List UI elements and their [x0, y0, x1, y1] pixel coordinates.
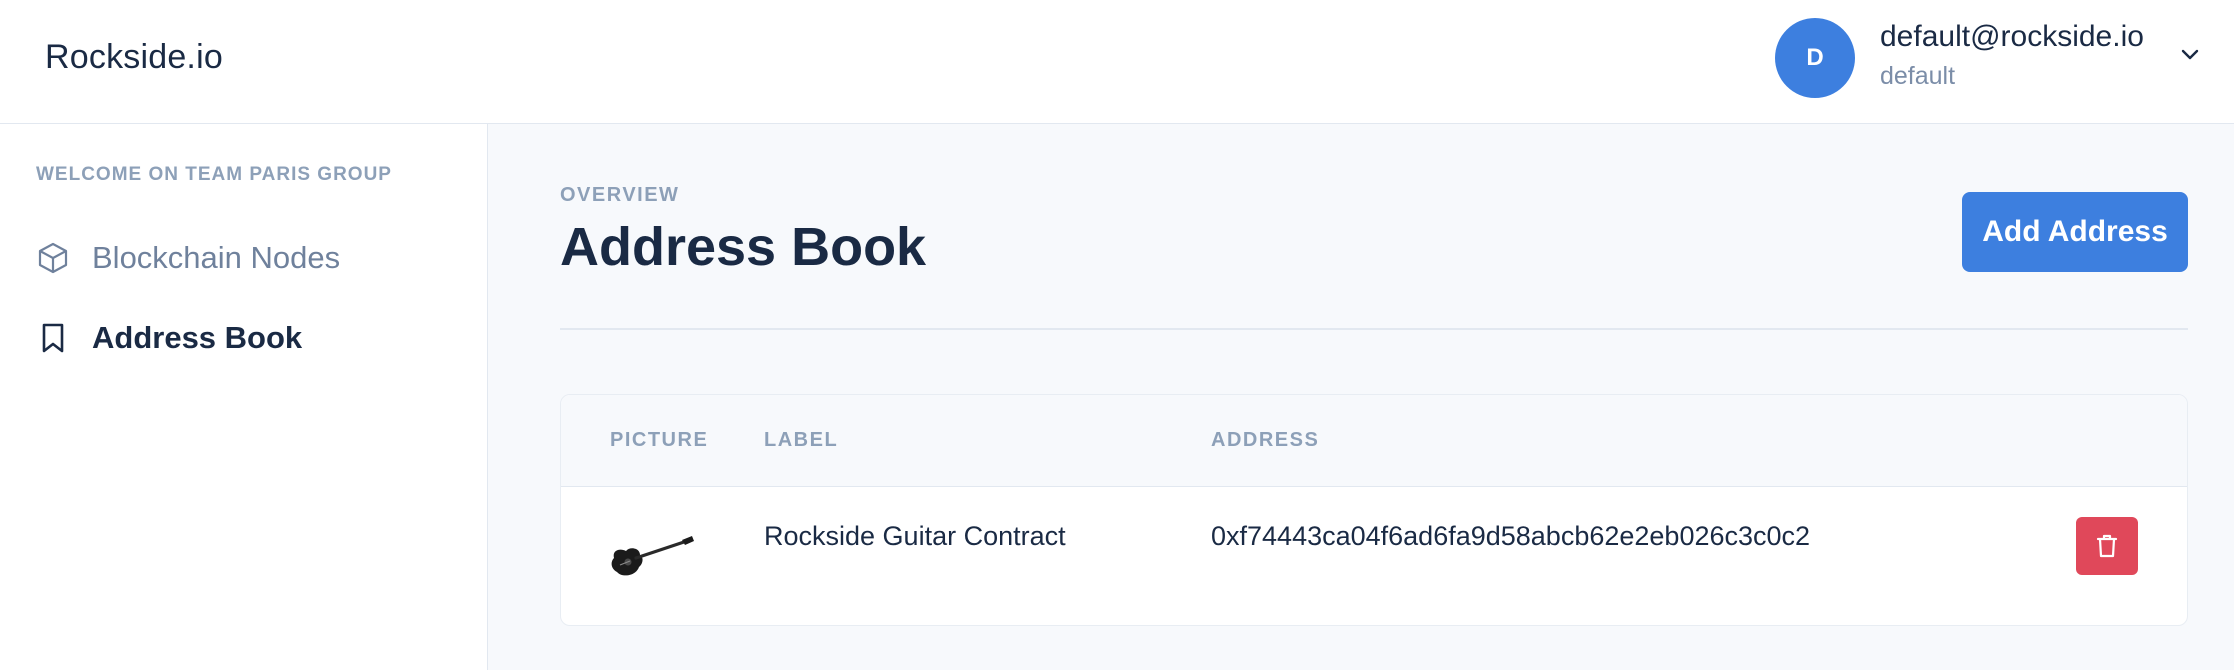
trash-icon	[2096, 534, 2118, 558]
user-organization: default	[1880, 62, 1956, 90]
cube-icon	[38, 242, 68, 274]
brand-logo[interactable]: Rockside.io	[45, 38, 223, 77]
address-table: PICTURE LABEL ADDRESS Rockside Guitar Co…	[560, 394, 2188, 626]
main-content: OVERVIEW Address Book Add Address PICTUR…	[489, 124, 2234, 670]
sidebar: WELCOME ON TEAM PARIS GROUP Blockchain N…	[0, 124, 488, 670]
add-address-button[interactable]: Add Address	[1962, 192, 2188, 272]
delete-button[interactable]	[2076, 517, 2138, 575]
page-overline: OVERVIEW	[560, 184, 680, 206]
column-header-label: LABEL	[764, 429, 839, 451]
table-header: PICTURE LABEL ADDRESS	[561, 395, 2187, 487]
row-label: Rockside Guitar Contract	[764, 521, 1066, 551]
team-welcome-text: WELCOME ON TEAM PARIS GROUP	[36, 164, 392, 185]
column-header-picture: PICTURE	[610, 429, 709, 451]
page-title: Address Book	[560, 217, 927, 277]
sidebar-item-label: Blockchain Nodes	[92, 240, 341, 275]
divider	[560, 328, 2188, 330]
row-address: 0xf74443ca04f6ad6fa9d58abcb62e2eb026c3c0…	[1211, 521, 1811, 551]
user-email[interactable]: default@rockside.io	[1880, 20, 2144, 54]
sidebar-item-address-book[interactable]: Address Book	[36, 314, 302, 362]
bookmark-icon	[42, 323, 64, 353]
user-avatar[interactable]: D	[1775, 18, 1855, 98]
sidebar-item-label: Address Book	[92, 320, 303, 355]
column-header-address: ADDRESS	[1211, 429, 1320, 451]
chevron-down-icon[interactable]	[2178, 42, 2202, 66]
guitar-icon	[611, 536, 694, 576]
table-row: Rockside Guitar Contract 0xf74443ca04f6a…	[561, 487, 2187, 625]
sidebar-item-blockchain-nodes[interactable]: Blockchain Nodes	[36, 234, 340, 282]
top-bar: Rockside.io D default@rockside.io defaul…	[0, 0, 2234, 124]
